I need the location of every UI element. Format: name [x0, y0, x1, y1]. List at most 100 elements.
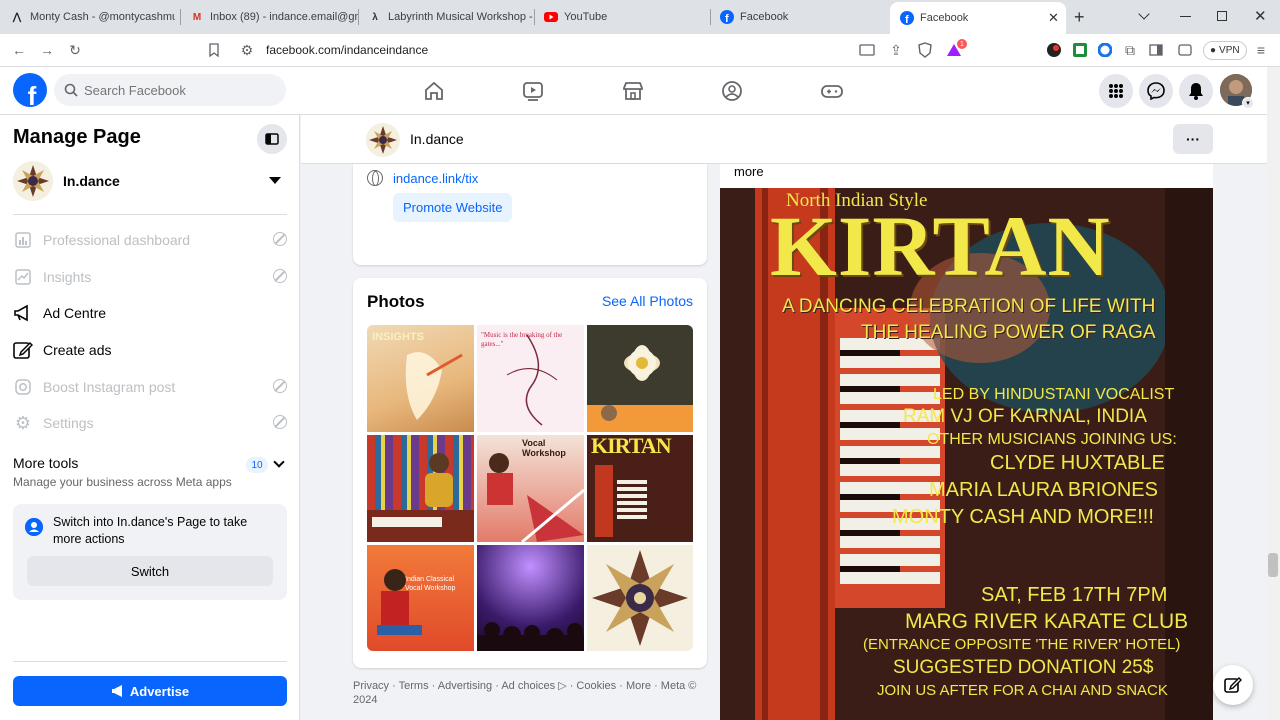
apps-grid-icon[interactable]: [1099, 74, 1133, 108]
tab-monty-cash[interactable]: ⋀ Monty Cash - @montycashmus: [0, 4, 175, 30]
bookmark-icon[interactable]: [205, 41, 223, 59]
divider: [13, 661, 287, 662]
more-options-button[interactable]: ···: [1173, 124, 1213, 154]
groups-icon[interactable]: [720, 79, 744, 103]
photo-thumbnail[interactable]: Vocal Workshop: [477, 435, 584, 542]
poster-musician-2: MARIA LAURA BRIONES: [929, 479, 1158, 501]
website-link[interactable]: indance.link/tix: [393, 171, 478, 186]
vpn-button[interactable]: ● VPN: [1203, 41, 1247, 60]
scrollbar-thumb[interactable]: [1268, 553, 1278, 577]
tab-facebook[interactable]: f Facebook: [710, 4, 886, 30]
wallet-icon[interactable]: [1176, 41, 1194, 59]
maximize-icon[interactable]: [1217, 11, 1227, 21]
menu-ad-centre[interactable]: Ad Centre: [13, 296, 287, 330]
menu-professional-dashboard[interactable]: Professional dashboard: [13, 223, 287, 257]
promote-website-button[interactable]: Promote Website: [393, 193, 513, 222]
see-all-photos-link[interactable]: See All Photos: [602, 293, 693, 309]
poster-donation: SUGGESTED DONATION 25$: [893, 657, 1154, 678]
poster-subtitle-2: THE HEALING POWER OF RAGA: [861, 322, 1156, 343]
home-icon[interactable]: [422, 79, 446, 103]
switch-prompt-text: Switch into In.dance's Page to take more…: [53, 515, 248, 546]
page-header-avatar[interactable]: [366, 123, 400, 157]
back-icon[interactable]: ←: [10, 41, 28, 59]
close-icon[interactable]: ✕: [1048, 10, 1059, 26]
compose-icon: [1224, 677, 1242, 693]
photo-thumbnail[interactable]: [587, 325, 693, 432]
page-selector[interactable]: In.dance: [13, 161, 287, 201]
tab-gmail[interactable]: M Inbox (89) - indance.email@gm: [180, 4, 358, 30]
close-window-icon[interactable]: ✕: [1254, 7, 1267, 25]
page-scrollbar[interactable]: [1267, 67, 1280, 720]
poster-entrance: (ENTRANCE OPPOSITE 'THE RIVER' HOTEL): [863, 636, 1181, 653]
see-more-link[interactable]: more: [734, 164, 764, 179]
account-chevron-icon[interactable]: ▾: [1242, 97, 1254, 109]
tab-youtube[interactable]: YouTube: [534, 4, 710, 30]
new-message-button[interactable]: [1213, 665, 1253, 705]
switch-profile-box: Switch into In.dance's Page to take more…: [13, 504, 287, 600]
video-icon[interactable]: [521, 79, 545, 103]
poster-subtitle-1: A DANCING CELEBRATION OF LIFE WITH: [782, 296, 1156, 317]
photo-thumbnail[interactable]: KIRTAN: [587, 435, 693, 542]
kirtan-poster-image[interactable]: North Indian Style KIRTAN A DANCING CELE…: [720, 188, 1213, 720]
new-tab-icon[interactable]: +: [1074, 7, 1085, 28]
menu-create-ads[interactable]: Create ads: [13, 333, 287, 367]
extensions-puzzle-icon[interactable]: ⧉: [1121, 41, 1139, 59]
browser-tab-bar: ⋀ Monty Cash - @montycashmus M Inbox (89…: [0, 0, 1280, 34]
photo-thumbnail[interactable]: Indian Classical Vocal Workshop: [367, 545, 474, 651]
extension-green-icon[interactable]: [1071, 41, 1089, 59]
lambda-icon: λ: [372, 11, 378, 23]
tab-labyrinth[interactable]: λ Labyrinth Musical Workshop - C: [358, 4, 534, 30]
photo-thumbnail[interactable]: [367, 435, 474, 542]
poster-title: KIRTAN: [770, 198, 1111, 294]
photo-thumbnail[interactable]: [477, 545, 584, 651]
sidebar-toggle-icon[interactable]: [1147, 41, 1165, 59]
photos-title: Photos: [367, 292, 425, 311]
gaming-icon[interactable]: [820, 79, 844, 103]
website-row: indance.link/tix: [367, 170, 478, 186]
photos-grid: INSIGHTS "Music is the breaking of the g…: [367, 325, 693, 651]
more-tools-section[interactable]: More tools Manage your business across M…: [13, 455, 287, 489]
notifications-bell-icon[interactable]: [1179, 74, 1213, 108]
photos-card: Photos See All Photos INSIGHTS "Music is…: [353, 278, 707, 668]
more-tools-subtitle: Manage your business across Meta apps: [13, 475, 232, 489]
menu-insights[interactable]: Insights: [13, 260, 287, 294]
messenger-icon[interactable]: [1139, 74, 1173, 108]
main-content: In.dance ··· indance.link/tix Promote We…: [301, 115, 1267, 720]
advertise-button[interactable]: Advertise: [13, 676, 287, 706]
share-icon[interactable]: ⇪: [887, 41, 905, 59]
tiktok-style-icon: ⋀: [12, 11, 22, 23]
collapse-sidebar-icon[interactable]: [257, 124, 287, 154]
menu-label: Professional dashboard: [43, 232, 191, 248]
extension-blue-icon[interactable]: [1096, 41, 1114, 59]
site-settings-icon[interactable]: ⚙: [238, 41, 256, 59]
tab-facebook-active[interactable]: f Facebook ✕: [890, 2, 1066, 34]
switch-profile-icon: [25, 518, 43, 536]
url-input[interactable]: facebook.com/indanceindance: [266, 43, 428, 57]
extension-color-icon[interactable]: [1045, 41, 1063, 59]
poster-musician-3: MONTY CASH AND MORE!!!: [892, 506, 1154, 528]
switch-button[interactable]: Switch: [27, 556, 273, 586]
page-header-name[interactable]: In.dance: [410, 131, 464, 147]
facebook-logo[interactable]: f: [13, 73, 47, 107]
facebook-icon: f: [900, 11, 914, 25]
forward-icon[interactable]: →: [38, 41, 56, 59]
advertise-label: Advertise: [129, 683, 190, 699]
menu-label: Create ads: [43, 342, 112, 358]
caret-down-icon[interactable]: [269, 177, 281, 184]
reload-icon[interactable]: ↻: [66, 41, 84, 59]
cast-icon[interactable]: [858, 41, 876, 59]
menu-icon[interactable]: ≡: [1252, 41, 1270, 59]
brave-shield-icon[interactable]: [916, 41, 934, 59]
photo-thumbnail[interactable]: "Music is the breaking of the gates...": [477, 325, 584, 432]
photo-thumbnail[interactable]: INSIGHTS: [367, 325, 474, 432]
tab-title: Monty Cash - @montycashmus: [30, 11, 175, 23]
search-input[interactable]: [84, 82, 264, 98]
tab-list-icon[interactable]: [1138, 8, 1150, 20]
photo-thumbnail[interactable]: [587, 545, 693, 651]
marketplace-icon[interactable]: [621, 79, 645, 103]
footer-links[interactable]: Privacy · Terms · Advertising · Ad choic…: [353, 679, 703, 707]
search-box[interactable]: [54, 74, 286, 106]
minimize-icon[interactable]: [1180, 16, 1191, 17]
menu-boost-instagram[interactable]: Boost Instagram post: [13, 370, 287, 404]
menu-settings[interactable]: ⚙ Settings: [13, 406, 287, 440]
